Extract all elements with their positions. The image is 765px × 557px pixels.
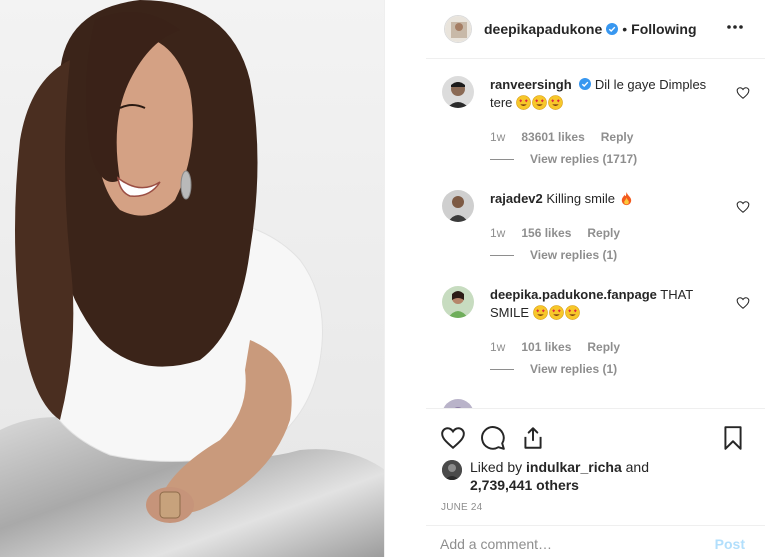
comment-username[interactable]: rajadev2 bbox=[490, 191, 543, 206]
comment-item: deepika.padukone.fanpage THAT SMILE 1w 1… bbox=[442, 286, 754, 386]
comment-avatar[interactable] bbox=[442, 286, 474, 318]
avatar-image bbox=[442, 286, 474, 318]
comment-avatar[interactable] bbox=[442, 399, 474, 408]
comment-item: rajadev2 Killing smile 1w 156 likes Repl… bbox=[442, 190, 754, 272]
comment-avatar[interactable] bbox=[442, 190, 474, 222]
heart-eyes-emoji-icon bbox=[548, 305, 564, 320]
view-replies-label: View replies (1) bbox=[530, 248, 618, 262]
likes-text: Liked by indulkar_richa and 2,739,441 ot… bbox=[470, 458, 740, 494]
liked-by-middle: and bbox=[621, 459, 649, 475]
comment-likes[interactable]: 101 likes bbox=[521, 340, 571, 354]
heart-icon[interactable] bbox=[440, 425, 466, 451]
comment-time[interactable]: 1w bbox=[490, 226, 505, 240]
header-separator: • bbox=[622, 21, 628, 37]
comment-username[interactable]: deepika.padukone.fanpage bbox=[490, 287, 657, 302]
view-replies-button[interactable]: View replies (1) bbox=[490, 248, 617, 262]
action-bar bbox=[426, 409, 765, 455]
replies-line bbox=[490, 368, 514, 370]
bookmark-icon[interactable] bbox=[720, 425, 746, 451]
verified-badge-icon bbox=[606, 23, 619, 35]
share-icon[interactable] bbox=[520, 425, 546, 451]
comment-like-heart-icon[interactable] bbox=[736, 296, 750, 310]
comments-list[interactable]: ranveersingh Dil le gaye Dimples tere 1w… bbox=[426, 59, 765, 408]
likes-summary: Liked by indulkar_richa and 2,739,441 ot… bbox=[442, 458, 742, 494]
avatar-image bbox=[442, 190, 474, 222]
comment-icon[interactable] bbox=[480, 425, 506, 451]
view-replies-label: View replies (1717) bbox=[530, 152, 638, 166]
reply-button[interactable]: Reply bbox=[587, 340, 620, 354]
following-button[interactable]: Following bbox=[631, 21, 696, 37]
comment-like-heart-icon[interactable] bbox=[736, 200, 750, 214]
avatar-image bbox=[442, 399, 474, 408]
header-username[interactable]: deepikapadukone bbox=[484, 21, 602, 37]
comment-message: Killing smile bbox=[546, 191, 616, 206]
add-comment-input[interactable] bbox=[440, 536, 700, 552]
comment-item-partial bbox=[442, 399, 754, 408]
liked-by-avatar[interactable] bbox=[442, 460, 462, 480]
likes-count[interactable]: 2,739,441 others bbox=[470, 477, 579, 493]
liked-by-prefix: Liked by bbox=[470, 459, 527, 475]
heart-eyes-emoji-icon bbox=[532, 95, 547, 110]
comment-text: ranveersingh Dil le gaye Dimples tere bbox=[490, 76, 730, 112]
more-horizontal-icon[interactable] bbox=[725, 17, 745, 37]
post-photo-illustration bbox=[0, 0, 384, 557]
profile-avatar[interactable] bbox=[444, 15, 472, 43]
comment-meta: 1w 156 likes Reply bbox=[490, 226, 620, 240]
comment-like-heart-icon[interactable] bbox=[736, 86, 750, 100]
comment-likes[interactable]: 156 likes bbox=[521, 226, 571, 240]
comment-text: rajadev2 Killing smile bbox=[490, 190, 730, 208]
comment-meta: 1w 83601 likes Reply bbox=[490, 130, 633, 144]
heart-eyes-emoji-icon bbox=[564, 305, 580, 320]
view-replies-label: View replies (1) bbox=[530, 362, 618, 376]
avatar-image bbox=[445, 16, 471, 42]
post-date[interactable]: JUNE 24 bbox=[441, 502, 482, 513]
liked-by-user[interactable]: indulkar_richa bbox=[526, 459, 622, 475]
heart-eyes-emoji-icon bbox=[516, 95, 531, 110]
reply-button[interactable]: Reply bbox=[601, 130, 634, 144]
post-comment-button[interactable]: Post bbox=[715, 536, 745, 552]
view-replies-button[interactable]: View replies (1) bbox=[490, 362, 617, 376]
comment-meta: 1w 101 likes Reply bbox=[490, 340, 620, 354]
add-comment-bar: Post bbox=[426, 525, 765, 557]
replies-line bbox=[490, 254, 514, 256]
comment-username[interactable]: ranveersingh bbox=[490, 77, 572, 92]
comment-item: ranveersingh Dil le gaye Dimples tere 1w… bbox=[442, 76, 754, 176]
fire-emoji-icon bbox=[621, 191, 631, 206]
comment-likes[interactable]: 83601 likes bbox=[521, 130, 584, 144]
comment-avatar[interactable] bbox=[442, 76, 474, 108]
heart-eyes-emoji-icon bbox=[532, 305, 548, 320]
comment-text: deepika.padukone.fanpage THAT SMILE bbox=[490, 286, 730, 322]
post-image[interactable] bbox=[0, 0, 385, 557]
reply-button[interactable]: Reply bbox=[587, 226, 620, 240]
avatar-image bbox=[442, 76, 474, 108]
comment-time[interactable]: 1w bbox=[490, 340, 505, 354]
heart-eyes-emoji-icon bbox=[548, 95, 563, 110]
replies-line bbox=[490, 158, 514, 160]
view-replies-button[interactable]: View replies (1717) bbox=[490, 152, 637, 166]
comment-time[interactable]: 1w bbox=[490, 130, 505, 144]
verified-badge-icon bbox=[579, 78, 592, 90]
post-header: deepikapadukone • Following bbox=[426, 0, 765, 58]
avatar-image bbox=[442, 460, 462, 480]
